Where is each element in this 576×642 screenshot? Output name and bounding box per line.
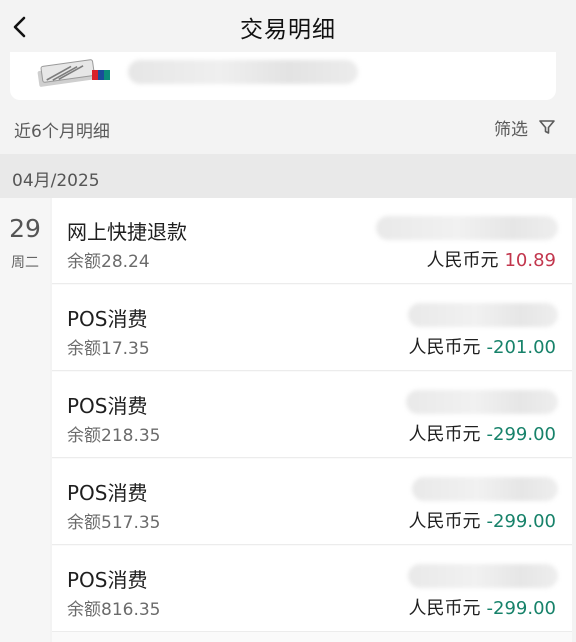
page-title: 交易明细 <box>240 17 336 43</box>
transaction-amount: 人民币元 -299.00 <box>409 420 556 446</box>
transaction-title: POS消费 <box>67 307 148 331</box>
currency-label: 人民币元 <box>408 424 481 445</box>
transaction-amount: 人民币元 -299.00 <box>409 594 556 620</box>
masked-merchant <box>412 477 558 501</box>
date-column: 29 周二 <box>0 198 50 642</box>
transaction-row[interactable]: POS消费 余额17.35 人民币元 -201.00 <box>52 285 572 371</box>
masked-merchant <box>376 216 558 240</box>
currency-label: 人民币元 <box>408 598 481 619</box>
currency-label: 人民币元 <box>408 337 481 358</box>
amount-value: -299.00 <box>486 511 556 532</box>
currency-label: 人民币元 <box>408 511 481 532</box>
date-day: 29 <box>9 214 41 243</box>
filter-icon <box>539 120 555 134</box>
transaction-balance: 余额218.35 <box>67 426 161 446</box>
transaction-amount: 人民币元 -201.00 <box>409 333 556 359</box>
transaction-row[interactable]: 网上快捷退款 余额28.24 人民币元 10.89 <box>52 198 572 284</box>
masked-merchant <box>408 303 558 327</box>
amount-value: 10.89 <box>504 250 556 271</box>
account-card[interactable] <box>10 52 556 100</box>
transaction-details-page: 交易明细 近6个月明细 筛选 04月/2025 29 周二 网上快捷退款 余额2… <box>0 0 576 642</box>
transaction-row[interactable]: POS消费 余额816.35 人民币元 -299.00 <box>52 546 572 632</box>
amount-value: -299.00 <box>486 598 556 619</box>
period-bar: 近6个月明细 筛选 <box>0 100 576 154</box>
transaction-row[interactable]: POS消费 余额517.35 人民币元 -299.00 <box>52 459 572 545</box>
transaction-balance: 余额28.24 <box>67 252 150 272</box>
transaction-balance: 余额816.35 <box>67 600 161 620</box>
transaction-title: 网上快捷退款 <box>67 220 187 244</box>
filter-button[interactable]: 筛选 <box>494 114 556 140</box>
transaction-balance: 余额517.35 <box>67 513 161 533</box>
filter-label: 筛选 <box>494 119 528 140</box>
transaction-title: POS消费 <box>67 394 148 418</box>
bank-card-image <box>37 59 110 87</box>
transaction-title: POS消费 <box>67 568 148 592</box>
currency-label: 人民币元 <box>426 250 499 271</box>
masked-card-number <box>128 60 358 84</box>
month-label: 04月/2025 <box>12 171 100 191</box>
top-bar: 交易明细 <box>0 0 576 52</box>
transaction-list: 网上快捷退款 余额28.24 人民币元 10.89 POS消费 余额17.35 人… <box>52 198 572 642</box>
masked-merchant <box>406 390 558 414</box>
masked-merchant <box>408 564 558 588</box>
period-label: 近6个月明细 <box>14 122 110 142</box>
amount-value: -201.00 <box>486 337 556 358</box>
date-weekday: 周二 <box>11 255 39 271</box>
transaction-amount: 人民币元 10.89 <box>426 246 556 272</box>
transaction-title: POS消费 <box>67 481 148 505</box>
transaction-row[interactable]: POS消费 余额218.35 人民币元 -299.00 <box>52 372 572 458</box>
month-header: 04月/2025 <box>0 154 576 198</box>
transaction-amount: 人民币元 -299.00 <box>409 507 556 533</box>
transaction-balance: 余额17.35 <box>67 339 150 359</box>
amount-value: -299.00 <box>486 424 556 445</box>
